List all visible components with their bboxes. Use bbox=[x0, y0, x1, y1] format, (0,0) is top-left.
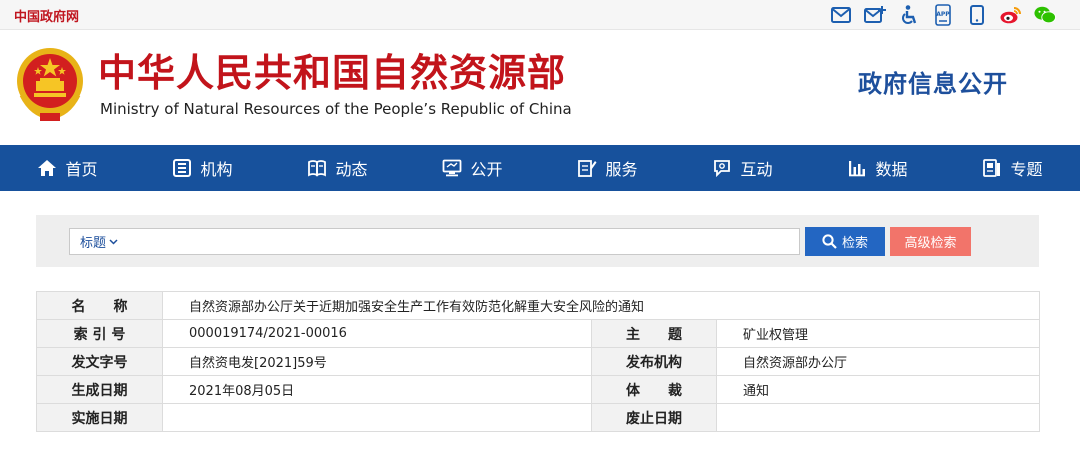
table-row: 实施日期 废止日期 bbox=[36, 403, 1040, 432]
nav-label: 服务 bbox=[605, 160, 638, 179]
nav-label: 公开 bbox=[470, 160, 503, 179]
app-icon[interactable]: APP bbox=[932, 4, 954, 26]
search-field-label: 标题 bbox=[80, 236, 107, 251]
chat-icon bbox=[714, 160, 731, 178]
gov-site-link[interactable]: 中国政府网 bbox=[14, 6, 79, 25]
search-button-label: 检索 bbox=[841, 236, 868, 251]
wechat-icon[interactable] bbox=[1034, 4, 1056, 26]
nav-item-service[interactable]: 服务 bbox=[540, 145, 675, 191]
nav-item-home[interactable]: 首页 bbox=[0, 145, 135, 191]
nav-label: 动态 bbox=[335, 160, 368, 179]
search-box: 标题 bbox=[69, 228, 800, 255]
monitor-icon bbox=[443, 159, 462, 177]
nav-item-topics[interactable]: 专题 bbox=[945, 145, 1080, 191]
document-info-table: 名 称 自然资源部办公厅关于近期加强安全生产工作有效防范化解重大安全风险的通知 … bbox=[36, 291, 1040, 432]
expiry-date-label: 废止日期 bbox=[591, 403, 717, 432]
mail-plus-icon[interactable] bbox=[864, 4, 886, 26]
table-row: 名 称 自然资源部办公厅关于近期加强安全生产工作有效防范化解重大安全风险的通知 bbox=[36, 291, 1040, 320]
org-name-cn: 中华人民共和国自然资源部 bbox=[98, 51, 567, 95]
effective-date-label: 实施日期 bbox=[36, 403, 163, 432]
table-row: 生成日期 2021年08月05日 体 裁 通知 bbox=[36, 375, 1040, 404]
name-label: 名 称 bbox=[36, 291, 163, 320]
genre-value: 通知 bbox=[716, 375, 1040, 404]
nav-item-data[interactable]: 数据 bbox=[810, 145, 945, 191]
index-label: 索 引 号 bbox=[36, 319, 163, 348]
subject-value: 矿业权管理 bbox=[716, 319, 1040, 348]
created-date-value: 2021年08月05日 bbox=[162, 375, 592, 404]
site-header: 中华人民共和国自然资源部 Ministry of Natural Resourc… bbox=[0, 30, 1080, 145]
doc-no-label: 发文字号 bbox=[36, 347, 163, 376]
name-value: 自然资源部办公厅关于近期加强安全生产工作有效防范化解重大安全风险的通知 bbox=[162, 291, 1040, 320]
created-date-label: 生成日期 bbox=[36, 375, 163, 404]
nav-item-interact[interactable]: 互动 bbox=[675, 145, 810, 191]
org-name-en: Ministry of Natural Resources of the Peo… bbox=[100, 100, 572, 118]
nav-label: 数据 bbox=[875, 160, 908, 179]
chevron-down-icon bbox=[109, 238, 118, 245]
topic-icon bbox=[983, 159, 1001, 177]
nav-label: 专题 bbox=[1010, 160, 1043, 179]
doc-no-value: 自然资电发[2021]59号 bbox=[162, 347, 592, 376]
effective-date-value bbox=[162, 403, 592, 432]
national-emblem-icon bbox=[14, 45, 86, 123]
issuer-label: 发布机构 bbox=[591, 347, 717, 376]
nav-item-org[interactable]: 机构 bbox=[135, 145, 270, 191]
section-title: 政府信息公开 bbox=[858, 70, 1008, 98]
weibo-icon[interactable] bbox=[1000, 4, 1022, 26]
mobile-icon[interactable] bbox=[966, 4, 988, 26]
mail-icon[interactable] bbox=[830, 4, 852, 26]
subject-label: 主 题 bbox=[591, 319, 717, 348]
nav-label: 机构 bbox=[200, 160, 233, 179]
top-icon-group: APP bbox=[830, 4, 1056, 26]
org-icon bbox=[173, 159, 192, 177]
table-row: 发文字号 自然资电发[2021]59号 发布机构 自然资源部办公厅 bbox=[36, 347, 1040, 376]
search-panel: 标题 检索 高级检索 bbox=[36, 215, 1039, 267]
issuer-value: 自然资源部办公厅 bbox=[716, 347, 1040, 376]
nav-label: 首页 bbox=[65, 160, 98, 179]
top-bar: 中国政府网 APP bbox=[0, 0, 1080, 30]
search-button[interactable]: 检索 bbox=[805, 227, 885, 256]
nav-item-news[interactable]: 动态 bbox=[270, 145, 405, 191]
search-input[interactable] bbox=[126, 229, 799, 254]
expiry-date-value bbox=[716, 403, 1040, 432]
nav-item-public[interactable]: 公开 bbox=[405, 145, 540, 191]
nav-label: 互动 bbox=[740, 160, 773, 179]
advanced-search-button[interactable]: 高级检索 bbox=[890, 227, 971, 256]
genre-label: 体 裁 bbox=[591, 375, 717, 404]
table-row: 索 引 号 000019174/2021-00016 主 题 矿业权管理 bbox=[36, 319, 1040, 348]
main-nav: 首页 机构 动态 公开 服务 互动 数据 专题 bbox=[0, 145, 1080, 191]
accessibility-icon[interactable] bbox=[898, 4, 920, 26]
edit-doc-icon bbox=[578, 160, 597, 177]
home-icon bbox=[38, 160, 57, 176]
bar-chart-icon bbox=[849, 161, 866, 177]
app-icon-text: APP bbox=[936, 11, 950, 18]
book-icon bbox=[308, 160, 327, 177]
search-field-select[interactable]: 标题 bbox=[70, 229, 126, 254]
search-icon bbox=[822, 234, 837, 249]
index-value: 000019174/2021-00016 bbox=[162, 319, 592, 348]
